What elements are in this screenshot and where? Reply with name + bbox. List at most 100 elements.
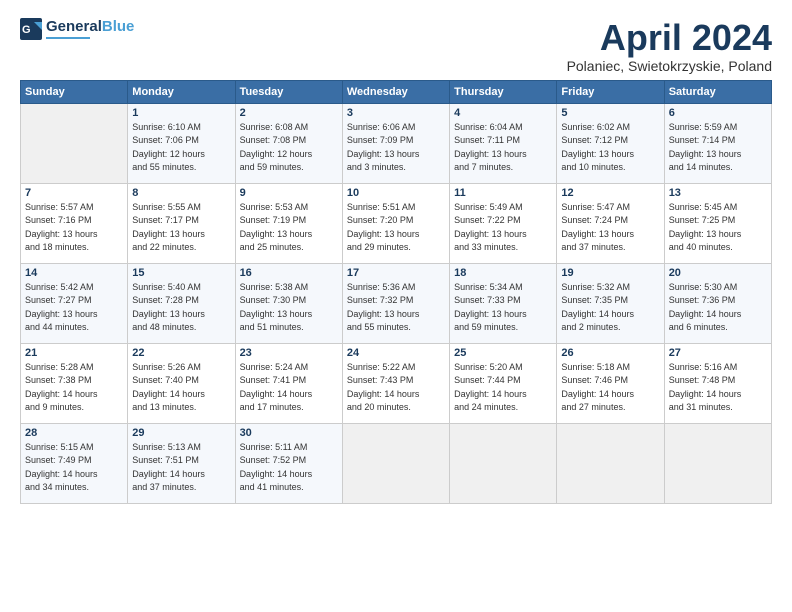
day-info: Sunrise: 5:28 AM Sunset: 7:38 PM Dayligh… (25, 361, 123, 415)
day-number: 3 (347, 107, 445, 119)
day-number: 13 (669, 187, 767, 199)
header-day-wednesday: Wednesday (342, 80, 449, 103)
day-number: 29 (132, 427, 230, 439)
day-info: Sunrise: 5:18 AM Sunset: 7:46 PM Dayligh… (561, 361, 659, 415)
calendar-cell: 13 Sunrise: 5:45 AM Sunset: 7:25 PM Dayli… (664, 183, 771, 263)
day-number: 30 (240, 427, 338, 439)
page-container: G GeneralBlue April 2024 Polaniec, Swiet… (0, 0, 792, 612)
day-info: Sunrise: 5:32 AM Sunset: 7:35 PM Dayligh… (561, 281, 659, 335)
day-info: Sunrise: 5:42 AM Sunset: 7:27 PM Dayligh… (25, 281, 123, 335)
logo-text-blue: Blue (102, 18, 135, 35)
day-number: 15 (132, 267, 230, 279)
day-number: 17 (347, 267, 445, 279)
day-number: 27 (669, 347, 767, 359)
calendar-cell: 25 Sunrise: 5:20 AM Sunset: 7:44 PM Dayli… (450, 343, 557, 423)
day-info: Sunrise: 5:15 AM Sunset: 7:49 PM Dayligh… (25, 441, 123, 495)
calendar-header-row: SundayMondayTuesdayWednesdayThursdayFrid… (21, 80, 772, 103)
logo-icon: G (20, 18, 42, 40)
calendar-cell: 15 Sunrise: 5:40 AM Sunset: 7:28 PM Dayli… (128, 263, 235, 343)
month-title: April 2024 (567, 18, 772, 58)
day-number: 10 (347, 187, 445, 199)
calendar-cell: 21Sunrise: 5:28 AM Sunset: 7:38 PM Dayli… (21, 343, 128, 423)
day-number: 20 (669, 267, 767, 279)
day-info: Sunrise: 5:20 AM Sunset: 7:44 PM Dayligh… (454, 361, 552, 415)
day-number: 26 (561, 347, 659, 359)
calendar-cell: 8 Sunrise: 5:55 AM Sunset: 7:17 PM Daylig… (128, 183, 235, 263)
day-info: Sunrise: 6:06 AM Sunset: 7:09 PM Dayligh… (347, 121, 445, 175)
day-number: 12 (561, 187, 659, 199)
calendar-cell: 17 Sunrise: 5:36 AM Sunset: 7:32 PM Dayli… (342, 263, 449, 343)
calendar-week-row: 28 Sunrise: 5:15 AM Sunset: 7:49 PM Dayli… (21, 423, 772, 503)
day-number: 9 (240, 187, 338, 199)
calendar-table: SundayMondayTuesdayWednesdayThursdayFrid… (20, 80, 772, 504)
day-number: 7 (25, 187, 123, 199)
day-info: Sunrise: 5:13 AM Sunset: 7:51 PM Dayligh… (132, 441, 230, 495)
calendar-cell: 6Sunrise: 5:59 AM Sunset: 7:14 PM Daylig… (664, 103, 771, 183)
calendar-cell: 4Sunrise: 6:04 AM Sunset: 7:11 PM Daylig… (450, 103, 557, 183)
calendar-cell: 7 Sunrise: 5:57 AM Sunset: 7:16 PM Daylig… (21, 183, 128, 263)
day-number: 14 (25, 267, 123, 279)
calendar-cell: 2Sunrise: 6:08 AM Sunset: 7:08 PM Daylig… (235, 103, 342, 183)
day-info: Sunrise: 6:02 AM Sunset: 7:12 PM Dayligh… (561, 121, 659, 175)
calendar-cell: 30 Sunrise: 5:11 AM Sunset: 7:52 PM Dayli… (235, 423, 342, 503)
day-number: 2 (240, 107, 338, 119)
day-number: 18 (454, 267, 552, 279)
day-number: 4 (454, 107, 552, 119)
calendar-cell: 10Sunrise: 5:51 AM Sunset: 7:20 PM Dayli… (342, 183, 449, 263)
day-info: Sunrise: 5:55 AM Sunset: 7:17 PM Dayligh… (132, 201, 230, 255)
calendar-cell (450, 423, 557, 503)
calendar-cell: 16 Sunrise: 5:38 AM Sunset: 7:30 PM Dayli… (235, 263, 342, 343)
day-number: 25 (454, 347, 552, 359)
logo-text-general: General (46, 18, 102, 35)
calendar-week-row: 7 Sunrise: 5:57 AM Sunset: 7:16 PM Daylig… (21, 183, 772, 263)
header-day-monday: Monday (128, 80, 235, 103)
header-day-tuesday: Tuesday (235, 80, 342, 103)
day-number: 28 (25, 427, 123, 439)
day-number: 22 (132, 347, 230, 359)
calendar-cell: 24Sunrise: 5:22 AM Sunset: 7:43 PM Dayli… (342, 343, 449, 423)
calendar-cell: 11 Sunrise: 5:49 AM Sunset: 7:22 PM Dayli… (450, 183, 557, 263)
day-info: Sunrise: 5:40 AM Sunset: 7:28 PM Dayligh… (132, 281, 230, 335)
calendar-week-row: 21Sunrise: 5:28 AM Sunset: 7:38 PM Dayli… (21, 343, 772, 423)
header-day-sunday: Sunday (21, 80, 128, 103)
calendar-cell: 9Sunrise: 5:53 AM Sunset: 7:19 PM Daylig… (235, 183, 342, 263)
calendar-week-row: 1 Sunrise: 6:10 AM Sunset: 7:06 PM Daylig… (21, 103, 772, 183)
calendar-cell (21, 103, 128, 183)
day-info: Sunrise: 5:59 AM Sunset: 7:14 PM Dayligh… (669, 121, 767, 175)
day-number: 23 (240, 347, 338, 359)
day-info: Sunrise: 5:49 AM Sunset: 7:22 PM Dayligh… (454, 201, 552, 255)
day-info: Sunrise: 5:45 AM Sunset: 7:25 PM Dayligh… (669, 201, 767, 255)
day-number: 8 (132, 187, 230, 199)
day-info: Sunrise: 5:11 AM Sunset: 7:52 PM Dayligh… (240, 441, 338, 495)
title-block: April 2024 Polaniec, Swietokrzyskie, Pol… (567, 18, 772, 74)
day-number: 1 (132, 107, 230, 119)
calendar-cell: 22 Sunrise: 5:26 AM Sunset: 7:40 PM Dayli… (128, 343, 235, 423)
header: G GeneralBlue April 2024 Polaniec, Swiet… (20, 18, 772, 74)
calendar-week-row: 14 Sunrise: 5:42 AM Sunset: 7:27 PM Dayli… (21, 263, 772, 343)
calendar-cell: 18Sunrise: 5:34 AM Sunset: 7:33 PM Dayli… (450, 263, 557, 343)
calendar-cell: 19Sunrise: 5:32 AM Sunset: 7:35 PM Dayli… (557, 263, 664, 343)
day-number: 5 (561, 107, 659, 119)
header-day-thursday: Thursday (450, 80, 557, 103)
calendar-cell: 27 Sunrise: 5:16 AM Sunset: 7:48 PM Dayli… (664, 343, 771, 423)
day-number: 16 (240, 267, 338, 279)
day-info: Sunrise: 6:10 AM Sunset: 7:06 PM Dayligh… (132, 121, 230, 175)
header-day-saturday: Saturday (664, 80, 771, 103)
day-number: 11 (454, 187, 552, 199)
day-info: Sunrise: 5:22 AM Sunset: 7:43 PM Dayligh… (347, 361, 445, 415)
calendar-cell: 1 Sunrise: 6:10 AM Sunset: 7:06 PM Daylig… (128, 103, 235, 183)
day-info: Sunrise: 5:36 AM Sunset: 7:32 PM Dayligh… (347, 281, 445, 335)
calendar-cell: 28 Sunrise: 5:15 AM Sunset: 7:49 PM Dayli… (21, 423, 128, 503)
calendar-cell: 20 Sunrise: 5:30 AM Sunset: 7:36 PM Dayli… (664, 263, 771, 343)
day-info: Sunrise: 5:24 AM Sunset: 7:41 PM Dayligh… (240, 361, 338, 415)
calendar-cell (342, 423, 449, 503)
header-day-friday: Friday (557, 80, 664, 103)
day-info: Sunrise: 5:57 AM Sunset: 7:16 PM Dayligh… (25, 201, 123, 255)
day-info: Sunrise: 5:30 AM Sunset: 7:36 PM Dayligh… (669, 281, 767, 335)
svg-text:G: G (22, 24, 31, 36)
day-info: Sunrise: 5:16 AM Sunset: 7:48 PM Dayligh… (669, 361, 767, 415)
day-info: Sunrise: 5:38 AM Sunset: 7:30 PM Dayligh… (240, 281, 338, 335)
logo: G GeneralBlue (20, 18, 134, 40)
day-info: Sunrise: 5:26 AM Sunset: 7:40 PM Dayligh… (132, 361, 230, 415)
calendar-cell: 3 Sunrise: 6:06 AM Sunset: 7:09 PM Daylig… (342, 103, 449, 183)
